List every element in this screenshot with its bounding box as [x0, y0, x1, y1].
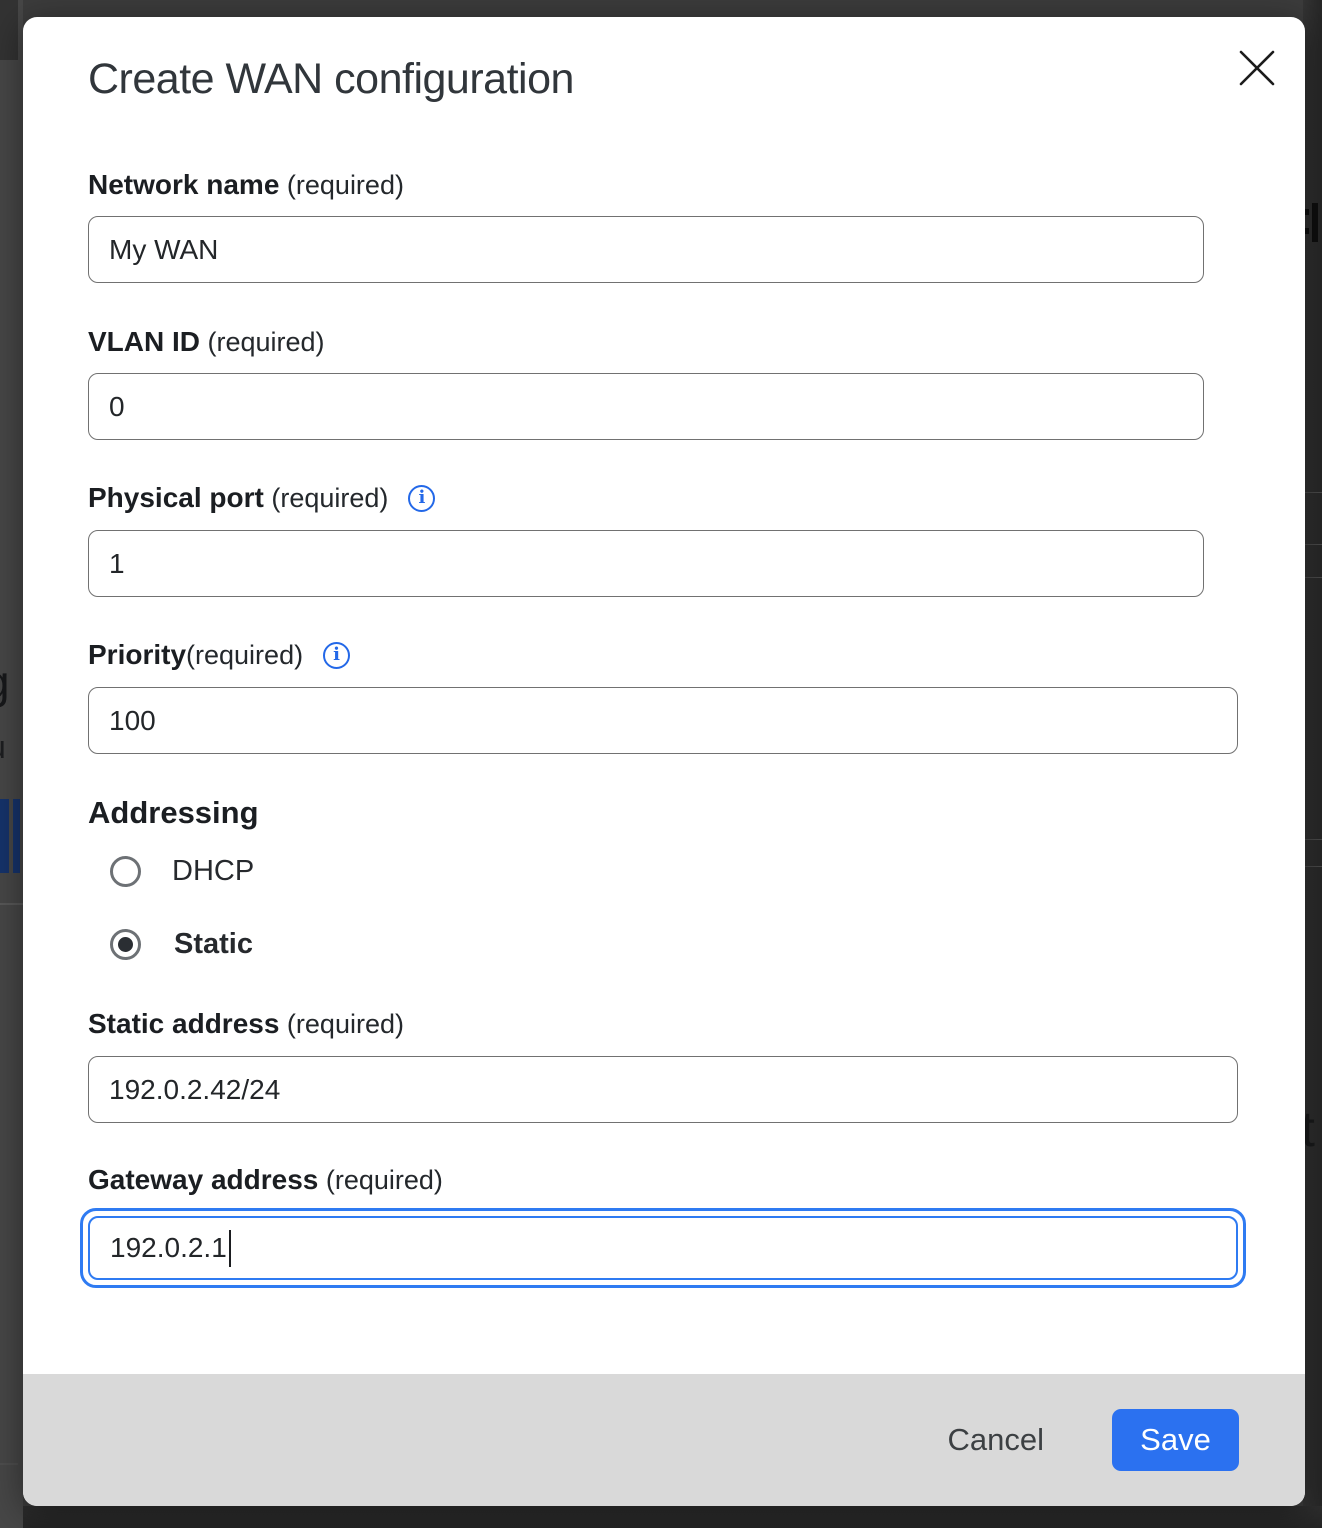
network-name-input[interactable] — [88, 216, 1204, 283]
dimmed-text-fragment: g — [0, 655, 24, 709]
create-wan-configuration-dialog: Create WAN configuration Network name (r… — [23, 17, 1305, 1506]
dimmed-button-fragment — [0, 799, 9, 873]
dimmed-button-fragment — [13, 799, 20, 873]
priority-input[interactable] — [88, 687, 1238, 754]
dimmed-overlay-bottom — [23, 1506, 1322, 1528]
radio-unselected-icon — [110, 856, 141, 887]
dimmed-text-fragment — [1312, 203, 1318, 242]
vlan-id-input[interactable] — [88, 373, 1204, 440]
addressing-heading: Addressing — [88, 795, 259, 831]
priority-label: Priority(required) i — [88, 639, 350, 671]
dimmed-overlay-corner — [0, 0, 18, 60]
dimmed-divider — [1303, 839, 1322, 840]
cancel-button[interactable]: Cancel — [930, 1412, 1063, 1468]
close-icon — [1238, 49, 1276, 90]
gateway-address-field-focused — [88, 1216, 1238, 1280]
dimmed-divider — [0, 903, 23, 905]
dimmed-divider — [0, 1463, 18, 1465]
vlan-id-label: VLAN ID (required) — [88, 326, 325, 358]
static-address-input[interactable] — [88, 1056, 1238, 1123]
radio-label: DHCP — [172, 855, 254, 888]
save-button[interactable]: Save — [1112, 1409, 1239, 1471]
static-address-label: Static address (required) — [88, 1008, 404, 1040]
dialog-footer: Cancel Save — [23, 1374, 1305, 1506]
radio-label: Static — [174, 928, 253, 961]
close-button[interactable] — [1226, 39, 1288, 99]
addressing-option-dhcp[interactable]: DHCP — [110, 855, 254, 888]
gateway-address-label: Gateway address (required) — [88, 1164, 443, 1196]
physical-port-input[interactable] — [88, 530, 1204, 597]
dimmed-divider — [1303, 866, 1322, 867]
dimmed-divider — [1303, 577, 1322, 578]
text-cursor — [229, 1230, 231, 1267]
dimmed-text-fragment: u — [0, 729, 18, 766]
info-icon[interactable]: i — [408, 485, 435, 512]
physical-port-label: Physical port (required) i — [88, 482, 435, 514]
network-name-label: Network name (required) — [88, 169, 404, 201]
dialog-title: Create WAN configuration — [88, 55, 574, 104]
info-icon[interactable]: i — [323, 642, 350, 669]
gateway-address-input[interactable] — [88, 1216, 1238, 1280]
dimmed-divider — [1303, 492, 1322, 493]
addressing-option-static[interactable]: Static — [110, 928, 253, 961]
radio-selected-icon — [110, 929, 141, 960]
dimmed-divider — [1303, 544, 1322, 545]
